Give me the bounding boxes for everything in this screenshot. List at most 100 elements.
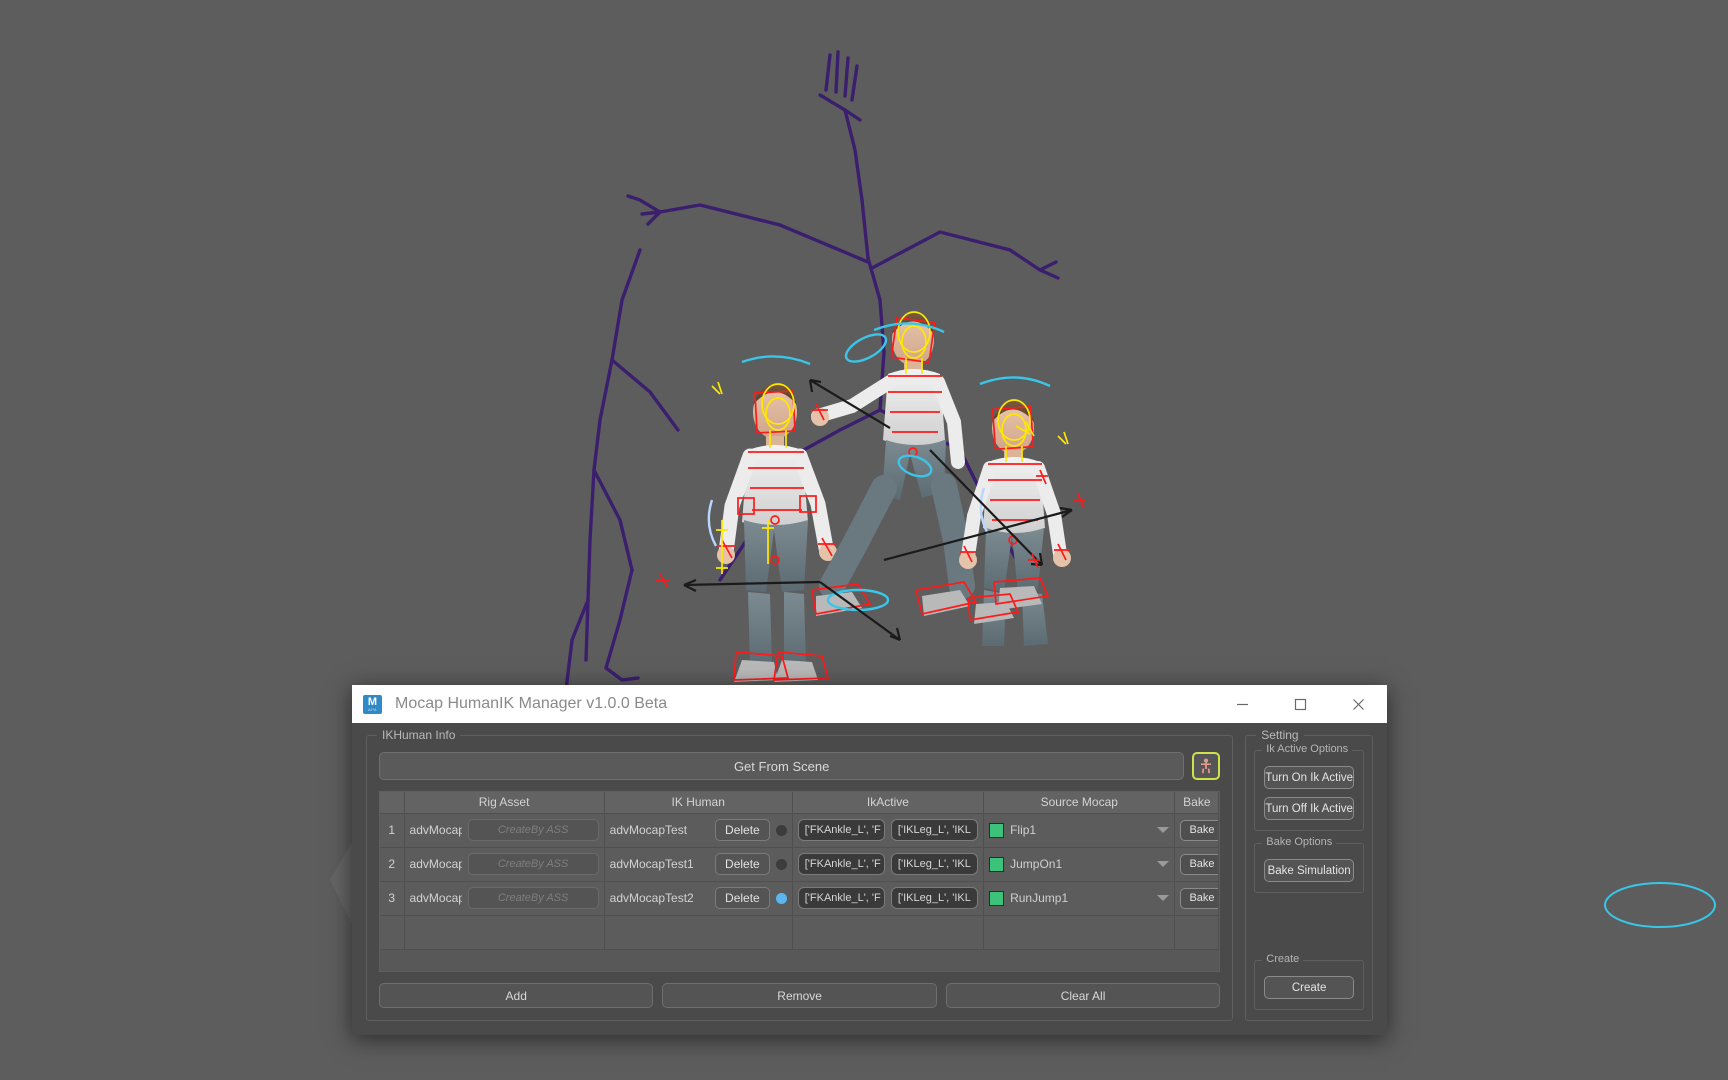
cell-source-mocap[interactable]: Flip1: [983, 813, 1176, 848]
empty-cell: [380, 915, 405, 950]
cell-source-mocap[interactable]: RunJump1: [983, 881, 1176, 916]
empty-cell: [604, 915, 793, 950]
col-header-ik-human[interactable]: IK Human: [604, 792, 793, 814]
col-header-ik-active[interactable]: IkActive: [792, 792, 985, 814]
app-icon-sublabel: APA: [368, 706, 377, 712]
window-title: Mocap HumanIK Manager v1.0.0 Beta: [395, 695, 668, 712]
source-mocap-name: Flip1: [1010, 823, 1037, 837]
bake-button[interactable]: Bake: [1180, 887, 1218, 909]
rig-asset-name: advMocap: [409, 823, 462, 837]
table-action-buttons: Add Remove Clear All: [379, 983, 1221, 1008]
turn-off-ik-active-button[interactable]: Turn Off Ik Active: [1264, 797, 1355, 820]
cell-rig-asset[interactable]: advMocap CreateBy ASS: [404, 881, 605, 916]
turn-on-ik-active-button[interactable]: Turn On Ik Active: [1264, 766, 1355, 789]
ik-active-fk-pill[interactable]: ['FKAnkle_L', 'F: [797, 887, 885, 909]
chevron-down-icon[interactable]: [1157, 827, 1170, 833]
bake-button[interactable]: Bake: [1180, 853, 1218, 875]
row-index: 1: [380, 813, 405, 848]
cell-source-mocap[interactable]: JumpOn1: [983, 847, 1176, 882]
row-index: 2: [380, 847, 405, 882]
col-header-source-mocap[interactable]: Source Mocap: [983, 792, 1176, 814]
delete-button[interactable]: Delete: [715, 853, 770, 875]
table-empty-row: [380, 915, 1220, 950]
ikhuman-info-title: IKHuman Info: [377, 728, 461, 742]
color-swatch[interactable]: [989, 822, 1005, 838]
cell-bake[interactable]: Bake: [1174, 847, 1220, 882]
character-rig-middle: [811, 313, 975, 616]
maximize-button[interactable]: [1271, 685, 1329, 723]
cell-ik-active[interactable]: ['FKAnkle_L', 'F ['IKLeg_L', 'IKL: [792, 813, 985, 848]
source-mocap-name: RunJump1: [1010, 891, 1069, 905]
color-swatch[interactable]: [989, 890, 1005, 906]
empty-cell: [983, 915, 1176, 950]
setting-group: Setting Ik Active Options Turn On Ik Act…: [1245, 728, 1374, 1021]
ik-active-options-title: Ik Active Options: [1262, 743, 1353, 755]
cell-bake[interactable]: Bake: [1174, 813, 1220, 848]
cell-ik-active[interactable]: ['FKAnkle_L', 'F ['IKLeg_L', 'IKL: [792, 881, 985, 916]
maya-app-icon: M APA: [363, 694, 382, 714]
delete-button[interactable]: Delete: [715, 819, 770, 841]
remove-button[interactable]: Remove: [662, 983, 937, 1008]
cell-ik-human[interactable]: advMocapTest Delete: [604, 813, 793, 848]
ik-active-ik-pill[interactable]: ['IKLeg_L', 'IKL: [890, 819, 979, 841]
create-button[interactable]: Create: [1264, 976, 1355, 999]
create-by-ass-button[interactable]: CreateBy ASS: [467, 887, 599, 909]
cell-rig-asset[interactable]: advMocap CreateBy ASS: [404, 847, 605, 882]
create-by-ass-button[interactable]: CreateBy ASS: [467, 853, 599, 875]
bake-button[interactable]: Bake: [1180, 819, 1218, 841]
cell-ik-active[interactable]: ['FKAnkle_L', 'F ['IKLeg_L', 'IKL: [792, 847, 985, 882]
minimize-button[interactable]: [1213, 685, 1271, 723]
color-swatch[interactable]: [989, 856, 1005, 872]
col-header-index[interactable]: [380, 792, 405, 814]
table-row[interactable]: 2 advMocap CreateBy ASS advMocapTest1 De…: [380, 847, 1220, 882]
ik-status-indicator: [775, 892, 787, 904]
setting-title: Setting: [1256, 728, 1304, 742]
mocap-humanik-manager-window[interactable]: M APA Mocap HumanIK Manager v1.0.0 Beta: [352, 685, 1387, 1035]
create-by-ass-button[interactable]: CreateBy ASS: [467, 819, 599, 841]
bake-simulation-button[interactable]: Bake Simulation: [1264, 859, 1355, 882]
cell-bake[interactable]: Bake: [1174, 881, 1220, 916]
chevron-down-icon[interactable]: [1157, 895, 1170, 901]
create-group-title: Create: [1262, 953, 1304, 965]
character-rig-right: [959, 401, 1071, 646]
get-from-scene-row: Get From Scene: [379, 752, 1221, 780]
empty-cell: [1174, 915, 1220, 950]
table-row[interactable]: 1 advMocap CreateBy ASS advMocapTest Del…: [380, 813, 1220, 848]
row-index: 3: [380, 881, 405, 916]
ikhuman-info-group: IKHuman Info Get From Scene Rig Asset IK…: [366, 728, 1234, 1021]
table-row[interactable]: 3 advMocap CreateBy ASS advMocapTest2 De…: [380, 881, 1220, 916]
ik-active-fk-pill[interactable]: ['FKAnkle_L', 'F: [797, 853, 885, 875]
ik-status-indicator: [775, 858, 787, 870]
close-button[interactable]: [1329, 685, 1387, 723]
character-rig-left: [717, 383, 837, 682]
ik-active-fk-pill[interactable]: ['FKAnkle_L', 'F: [797, 819, 885, 841]
setting-spacer: [1254, 905, 1364, 948]
rig-table-container[interactable]: Rig Asset IK Human IkActive Source Mocap…: [379, 791, 1221, 972]
ik-human-name: advMocapTest: [609, 823, 688, 837]
rig-table: Rig Asset IK Human IkActive Source Mocap…: [380, 792, 1220, 950]
rig-asset-name: advMocap: [409, 891, 462, 905]
human-character-icon: [1201, 758, 1212, 774]
col-header-bake[interactable]: Bake: [1174, 792, 1220, 814]
ik-active-options-group: Ik Active Options Turn On Ik Active Turn…: [1254, 743, 1365, 831]
chevron-down-icon[interactable]: [1157, 861, 1170, 867]
ik-status-indicator: [775, 824, 787, 836]
create-group: Create Create: [1254, 953, 1365, 1010]
ik-active-ik-pill[interactable]: ['IKLeg_L', 'IKL: [890, 853, 979, 875]
ik-active-ik-pill[interactable]: ['IKLeg_L', 'IKL: [890, 887, 979, 909]
cell-ik-human[interactable]: advMocapTest1 Delete: [604, 847, 793, 882]
screen: M APA Mocap HumanIK Manager v1.0.0 Beta: [0, 0, 1728, 1080]
app-icon-letter: M: [367, 695, 378, 708]
add-button[interactable]: Add: [379, 983, 654, 1008]
col-header-rig-asset[interactable]: Rig Asset: [404, 792, 605, 814]
window-titlebar[interactable]: M APA Mocap HumanIK Manager v1.0.0 Beta: [352, 685, 1387, 723]
rig-asset-name: advMocap: [409, 857, 462, 871]
clear-all-button[interactable]: Clear All: [945, 983, 1221, 1008]
get-from-scene-button[interactable]: Get From Scene: [379, 752, 1185, 780]
human-character-icon-button[interactable]: [1192, 752, 1221, 780]
window-body: IKHuman Info Get From Scene Rig Asset IK…: [352, 723, 1387, 1035]
cell-rig-asset[interactable]: advMocap CreateBy ASS: [404, 813, 605, 848]
cell-ik-human[interactable]: advMocapTest2 Delete: [604, 881, 793, 916]
delete-button[interactable]: Delete: [715, 887, 770, 909]
empty-cell: [404, 915, 605, 950]
